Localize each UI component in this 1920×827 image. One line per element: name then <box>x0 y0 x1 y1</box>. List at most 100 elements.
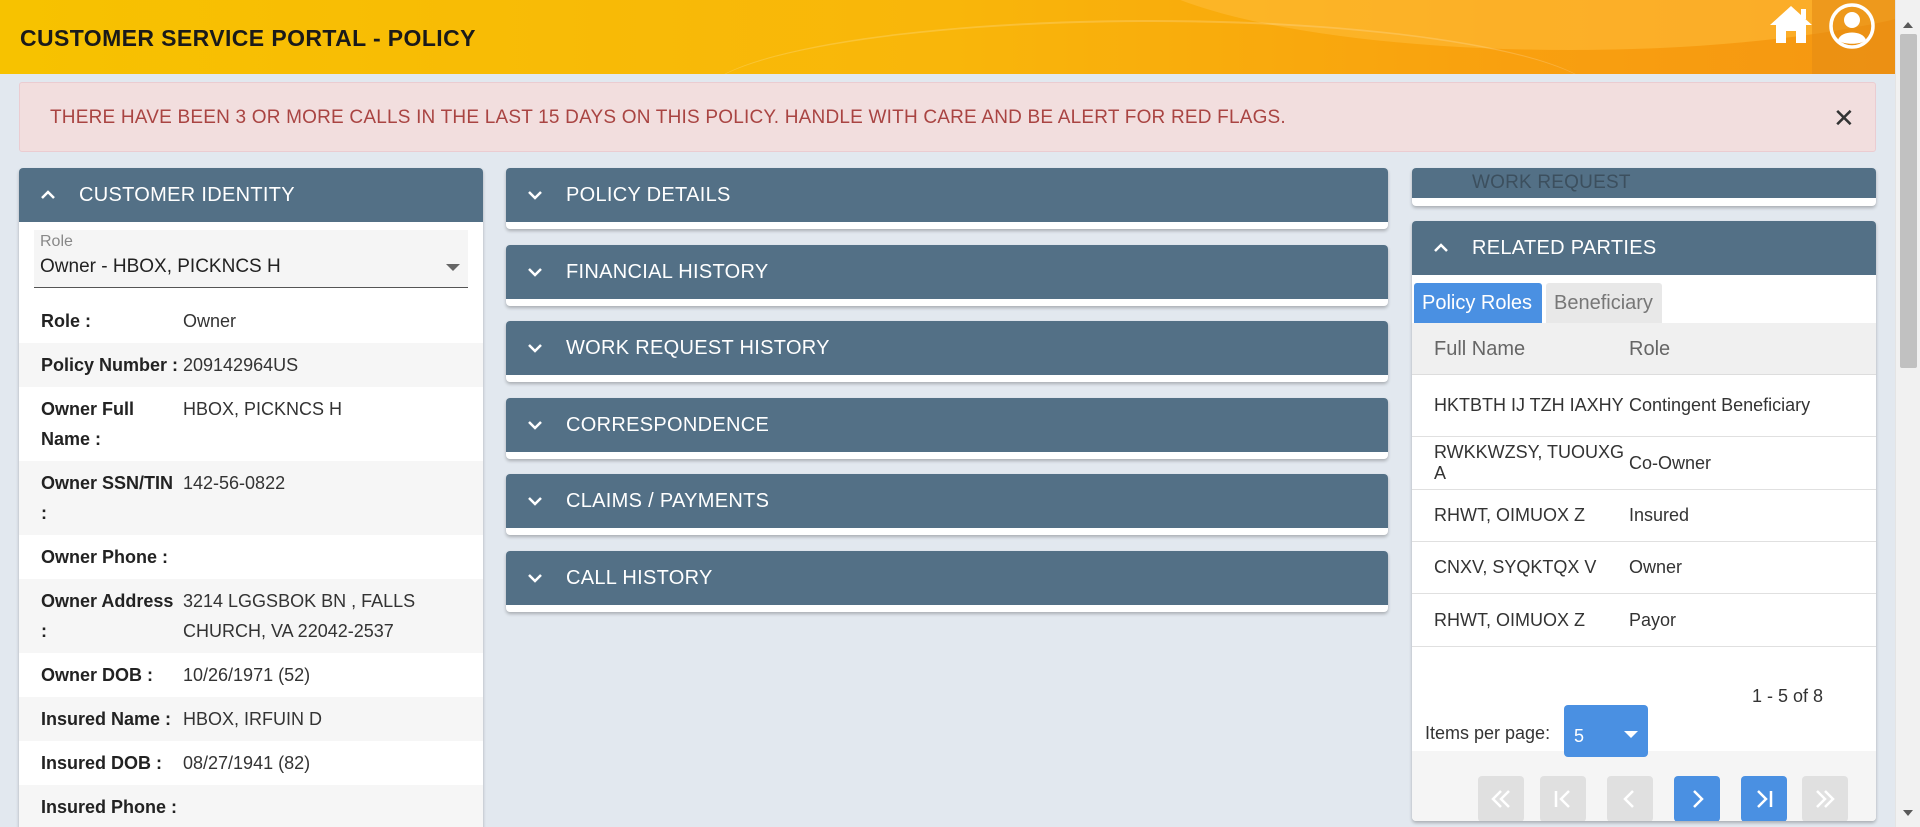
table-row[interactable]: RHWT, OIMUOX Z Payor <box>1412 594 1876 647</box>
role-select[interactable]: Role Owner - HBOX, PICKNCS H <box>34 230 468 288</box>
policy-details-header[interactable]: POLICY DETAILS <box>506 168 1388 222</box>
role-select-label: Role <box>40 233 73 250</box>
scroll-thumb[interactable] <box>1900 34 1917 368</box>
double-chevron-right-icon <box>1816 790 1835 808</box>
work-request-history-header[interactable]: WORK REQUEST HISTORY <box>506 321 1388 375</box>
panel-title: WORK REQUEST HISTORY <box>566 337 830 359</box>
panel-title: FINANCIAL HISTORY <box>566 261 769 283</box>
chevron-down-icon <box>1624 731 1638 738</box>
close-icon[interactable]: ✕ <box>1833 103 1855 134</box>
party-role: Owner <box>1629 557 1683 577</box>
field-row: Owner Address : 3214 LGGSBOK BN , FALLS … <box>19 579 483 653</box>
home-button[interactable] <box>1767 3 1817 49</box>
scroll-down-arrow[interactable] <box>1903 810 1913 816</box>
chevron-left-bar-icon <box>1554 790 1570 808</box>
pagination-controls <box>1412 751 1876 821</box>
claims-payments-header[interactable]: CLAIMS / PAYMENTS <box>506 474 1388 528</box>
user-account-button[interactable] <box>1812 0 1895 74</box>
table-row[interactable]: CNXV, SYQKTQX V Owner <box>1412 542 1876 594</box>
column-header-role[interactable]: Role <box>1629 323 1859 374</box>
field-value: 3214 LGGSBOK BN , FALLS CHURCH, VA 22042… <box>183 591 416 641</box>
field-label: Policy Number : <box>41 355 179 375</box>
field-label: Owner DOB : <box>41 665 154 685</box>
table-row[interactable]: HKTBTH IJ TZH IAXHY Contingent Beneficia… <box>1412 375 1876 437</box>
page-title: CUSTOMER SERVICE PORTAL - POLICY <box>20 25 476 51</box>
tab-beneficiary[interactable]: Beneficiary <box>1546 283 1662 323</box>
correspondence-panel: CORRESPONDENCE <box>506 398 1388 459</box>
financial-history-panel: FINANCIAL HISTORY <box>506 245 1388 306</box>
field-row: Owner SSN/TIN : 142-56-0822 <box>19 461 483 535</box>
app-header: CUSTOMER SERVICE PORTAL - POLICY <box>0 0 1895 74</box>
last-page-button[interactable] <box>1741 776 1787 821</box>
field-row: Insured Phone : <box>19 785 483 827</box>
party-name: RWKKWZSY, TUOUXG A <box>1434 442 1625 483</box>
claims-payments-panel: CLAIMS / PAYMENTS <box>506 474 1388 535</box>
field-label: Owner Address : <box>41 591 174 641</box>
chevron-down-icon <box>528 574 542 583</box>
pagination-range: 1 - 5 of 8 <box>1752 686 1824 706</box>
call-history-header[interactable]: CALL HISTORY <box>506 551 1388 605</box>
field-row: Insured Name : HBOX, IRFUIN D <box>19 697 483 741</box>
panel-title: RELATED PARTIES <box>1472 237 1657 259</box>
related-parties-table: Full Name Role HKTBTH IJ TZH IAXHY Conti… <box>1412 323 1876 647</box>
home-icon <box>1770 6 1812 43</box>
next-group-button[interactable] <box>1802 776 1848 821</box>
chevron-down-icon <box>528 191 542 200</box>
role-select-value: Owner - HBOX, PICKNCS H <box>40 256 281 277</box>
table-row[interactable]: RHWT, OIMUOX Z Insured <box>1412 490 1876 542</box>
scroll-up-arrow[interactable] <box>1903 22 1913 28</box>
field-label: Insured DOB : <box>41 753 163 773</box>
field-label: Insured Phone : <box>41 797 178 817</box>
field-value: 10/26/1971 (52) <box>183 665 311 685</box>
panel-title: POLICY DETAILS <box>566 184 731 206</box>
field-row: Owner Phone : <box>19 535 483 579</box>
items-per-page-label: Items per page: <box>1425 723 1551 743</box>
customer-identity-panel: CUSTOMER IDENTITY Role Owner - HBOX, PIC… <box>19 168 483 827</box>
chevron-down-icon <box>528 421 542 430</box>
previous-group-button[interactable] <box>1540 776 1586 821</box>
page-scrollbar[interactable] <box>1895 0 1920 827</box>
panel-title: CUSTOMER IDENTITY <box>79 184 295 206</box>
chevron-down-icon <box>446 264 460 271</box>
chevron-up-icon <box>1434 243 1448 252</box>
alert-message: THERE HAVE BEEN 3 OR MORE CALLS IN THE L… <box>50 107 1286 128</box>
chevron-up-icon <box>41 190 55 199</box>
party-role: Co-Owner <box>1629 452 1712 473</box>
items-per-page-select[interactable]: 5 <box>1564 705 1648 757</box>
work-request-panel: WORK REQUEST <box>1412 168 1876 206</box>
chevron-right-icon <box>1693 790 1704 808</box>
panel-title: WORK REQUEST <box>1472 172 1631 193</box>
field-label: Owner Phone : <box>41 547 169 567</box>
table-header: Full Name Role <box>1412 323 1876 375</box>
field-label: Owner Full Name : <box>41 399 135 449</box>
field-value <box>183 535 473 579</box>
work-request-header[interactable]: WORK REQUEST <box>1412 168 1876 198</box>
next-page-button[interactable] <box>1674 776 1720 821</box>
red-flag-alert: THERE HAVE BEEN 3 OR MORE CALLS IN THE L… <box>19 82 1876 152</box>
user-account-icon <box>1829 3 1875 49</box>
field-value: 209142964US <box>183 355 299 375</box>
correspondence-header[interactable]: CORRESPONDENCE <box>506 398 1388 452</box>
tab-policy-roles[interactable]: Policy Roles <box>1414 283 1542 323</box>
chevron-down-icon <box>528 497 542 506</box>
party-role: Insured <box>1629 505 1690 525</box>
field-label: Insured Name : <box>41 709 172 729</box>
first-page-button[interactable] <box>1478 776 1524 821</box>
party-role: Contingent Beneficiary <box>1629 395 1811 415</box>
column-header-full-name[interactable]: Full Name <box>1412 323 1629 374</box>
field-value <box>183 785 473 827</box>
party-name: CNXV, SYQKTQX V <box>1434 557 1597 577</box>
customer-identity-header[interactable]: CUSTOMER IDENTITY <box>19 168 483 222</box>
party-name: RHWT, OIMUOX Z <box>1434 505 1585 525</box>
field-value: 08/27/1941 (82) <box>183 753 311 773</box>
field-row: Owner DOB : 10/26/1971 (52) <box>19 653 483 697</box>
party-name: RHWT, OIMUOX Z <box>1434 609 1585 630</box>
previous-page-button[interactable] <box>1607 776 1653 821</box>
field-row: Role : Owner <box>19 299 483 343</box>
field-value: HBOX, IRFUIN D <box>183 709 323 729</box>
chevron-down-icon <box>528 344 542 353</box>
table-row[interactable]: RWKKWZSY, TUOUXG A Co-Owner <box>1412 437 1876 490</box>
financial-history-header[interactable]: FINANCIAL HISTORY <box>506 245 1388 299</box>
related-parties-header[interactable]: RELATED PARTIES <box>1412 221 1876 275</box>
field-value: HBOX, PICKNCS H <box>183 399 343 419</box>
